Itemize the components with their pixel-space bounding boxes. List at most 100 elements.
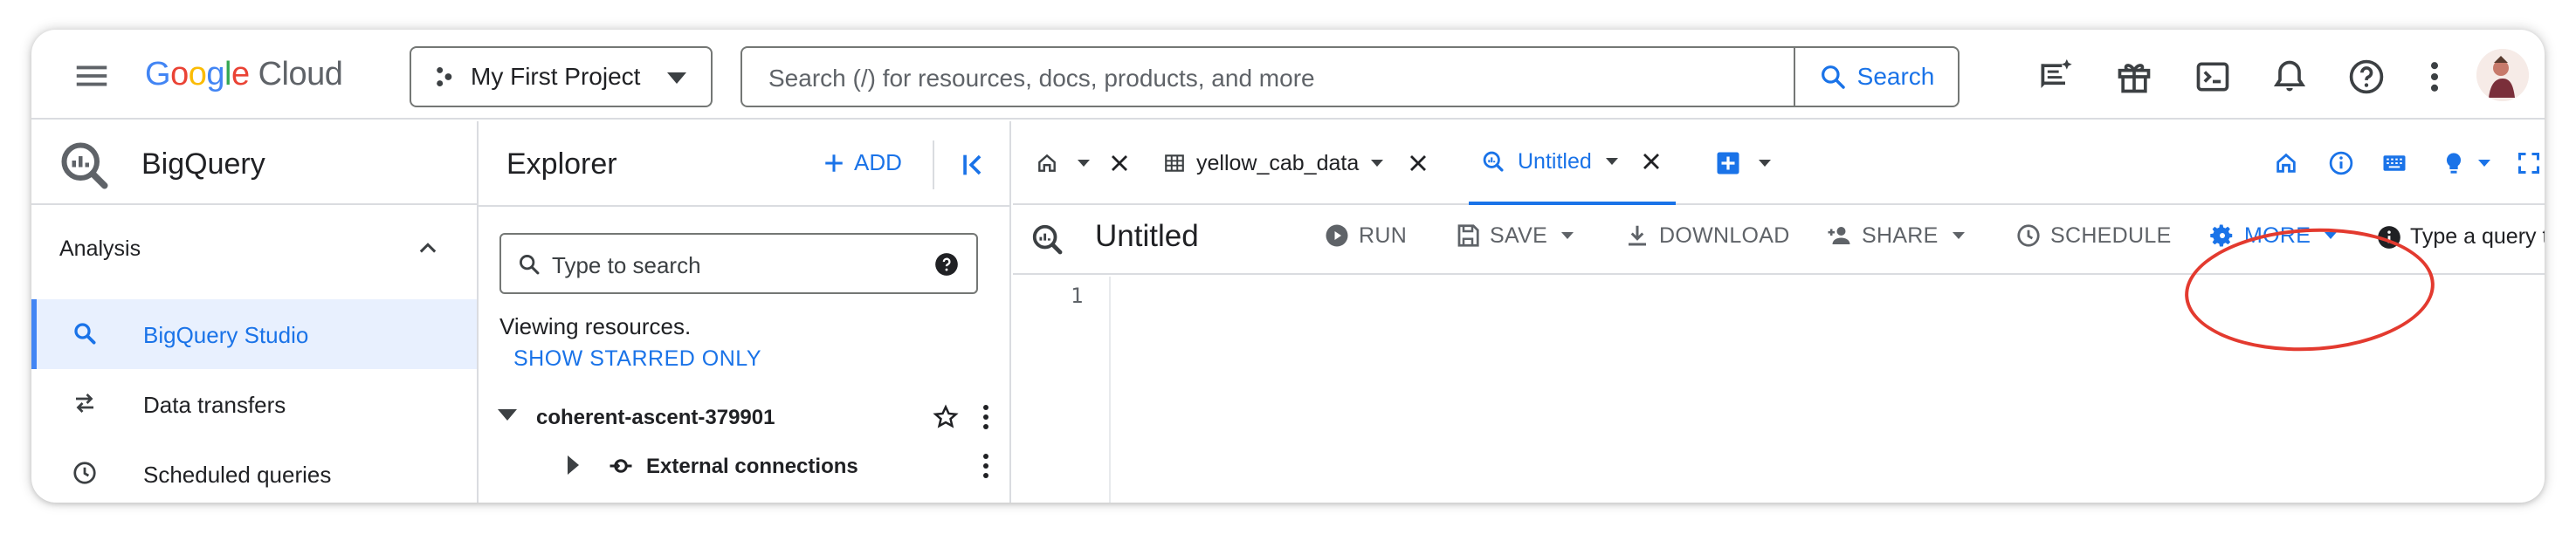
query-title[interactable]: Untitled <box>1095 219 1199 254</box>
tree-item-label: coherent-ascent-379901 <box>536 406 775 429</box>
caret-down-icon[interactable] <box>1759 159 1771 168</box>
sql-editor[interactable]: 1 <box>1013 277 2545 503</box>
search-placeholder: Search (/) for resources, docs, products… <box>768 65 1315 92</box>
share-button[interactable]: SHARE <box>1825 222 1965 249</box>
clock-icon <box>2017 224 2040 247</box>
add-button[interactable]: ADD <box>823 149 902 176</box>
swap-arrows-icon <box>76 394 93 413</box>
suggestions-button[interactable] <box>2442 121 2490 205</box>
keyboard-icon <box>2383 155 2406 171</box>
nav-item-data-transfers[interactable]: Data transfers <box>31 369 477 439</box>
help-filled-icon[interactable] <box>934 252 959 277</box>
terminal-icon <box>2196 62 2229 92</box>
avatar-image <box>2476 49 2529 101</box>
caret-down-icon[interactable] <box>2478 159 2490 168</box>
google-cloud-logo[interactable]: Google Cloud <box>145 56 343 93</box>
nav-item-label: BigQuery Studio <box>143 322 309 348</box>
query-icon <box>1032 224 1063 255</box>
project-selector-button[interactable]: My First Project <box>410 46 713 107</box>
save-label: SAVE <box>1490 222 1548 248</box>
share-label: SHARE <box>1862 222 1939 248</box>
explorer-title: Explorer <box>506 147 617 181</box>
info-button[interactable] <box>2328 121 2354 205</box>
search-bar[interactable]: Search (/) for resources, docs, products… <box>740 46 1960 107</box>
editor-tab-bar: yellow_cab_data Untitled <box>1013 121 2545 205</box>
chevron-up-icon <box>419 243 437 253</box>
vertical-dots-icon[interactable] <box>981 404 990 430</box>
cloud-shell-button[interactable] <box>2194 58 2232 96</box>
hamburger-menu-button[interactable] <box>72 56 112 96</box>
caret-down-icon <box>1561 231 1574 239</box>
analysis-section-header[interactable]: Analysis <box>31 222 477 275</box>
product-header: BigQuery <box>31 121 477 205</box>
nav-item-label: Scheduled queries <box>143 462 332 488</box>
tab-label: Untitled <box>1518 148 1592 174</box>
explorer-search-input[interactable]: Type to search <box>499 233 978 294</box>
new-query-button[interactable] <box>1715 121 1771 205</box>
more-button[interactable]: MORE <box>2209 222 2338 249</box>
caret-down-icon[interactable] <box>1605 157 1618 166</box>
project-hub-icon <box>437 66 452 87</box>
download-button[interactable]: DOWNLOAD <box>1624 222 1790 249</box>
nav-item-bigquery-studio[interactable]: BigQuery Studio <box>31 299 477 369</box>
console-window: Google Cloud My First Project Search (/) … <box>31 30 2545 503</box>
save-button[interactable]: SAVE <box>1455 222 1574 249</box>
schedule-button[interactable]: SCHEDULE <box>2015 222 2172 249</box>
search-button[interactable]: Search <box>1794 48 1958 106</box>
tab-untitled[interactable]: Untitled <box>1469 121 1676 205</box>
collapse-explorer-button[interactable] <box>933 140 988 189</box>
connection-icon <box>610 459 632 473</box>
vertical-dots-icon[interactable] <box>981 453 990 479</box>
more-options-button[interactable] <box>2424 58 2445 96</box>
star-outline-icon[interactable] <box>933 404 959 430</box>
tab-home[interactable] <box>1036 121 1130 205</box>
gift-button[interactable] <box>2115 58 2153 96</box>
fullscreen-button[interactable] <box>2517 121 2541 205</box>
tree-item-project[interactable]: coherent-ascent-379901 <box>479 392 1009 441</box>
tab-label: yellow_cab_data <box>1196 150 1360 175</box>
search-icon <box>1821 65 1845 89</box>
gear-icon <box>2210 224 2233 247</box>
caret-down-icon[interactable] <box>1078 159 1090 168</box>
top-bar: Google Cloud My First Project Search (/) … <box>31 30 2545 120</box>
tab-yellow-cab-data[interactable]: yellow_cab_data <box>1163 121 1429 205</box>
tree-item-label: External connections <box>646 455 858 478</box>
table-icon <box>1165 154 1184 172</box>
section-label: Analysis <box>59 236 141 261</box>
nav-item-scheduled-queries[interactable]: Scheduled queries <box>31 439 477 503</box>
close-icon[interactable] <box>1641 151 1662 172</box>
chat-assist-button[interactable] <box>2036 58 2075 96</box>
query-workspace: yellow_cab_data Untitled Untitled RUN SA… <box>1013 121 2545 503</box>
product-nav: BigQuery Analysis BigQuery Studio Data t… <box>31 121 479 503</box>
expand-right-icon[interactable] <box>568 455 580 475</box>
notifications-button[interactable] <box>2270 58 2309 96</box>
help-button[interactable] <box>2347 58 2386 96</box>
account-avatar[interactable] <box>2476 49 2529 101</box>
download-icon <box>1629 225 1646 246</box>
nav-item-label: Data transfers <box>143 392 286 418</box>
hamburger-icon <box>76 65 107 86</box>
gift-icon <box>2118 64 2151 93</box>
caret-down-icon[interactable] <box>1371 159 1384 168</box>
plus-icon <box>825 154 843 172</box>
home-shortcut-button[interactable] <box>2274 121 2298 205</box>
caret-down-icon <box>2325 231 2338 239</box>
download-label: DOWNLOAD <box>1659 222 1790 248</box>
run-button[interactable]: RUN <box>1324 222 1407 249</box>
query-icon <box>1483 151 1504 172</box>
close-icon[interactable] <box>1109 153 1130 174</box>
show-starred-link[interactable]: SHOW STARRED ONLY <box>513 346 761 372</box>
close-icon[interactable] <box>1408 153 1429 174</box>
lightbulb-icon <box>2446 153 2462 174</box>
search-icon <box>74 323 96 345</box>
line-number: 1 <box>1071 284 1084 308</box>
help-icon <box>2349 59 2384 94</box>
tree-item-external-connections[interactable]: External connections <box>479 441 1009 490</box>
query-hint: Type a query t... <box>2377 224 2545 250</box>
run-label: RUN <box>1359 222 1408 248</box>
query-hint-text: Type a query t... <box>2410 224 2545 249</box>
logo-letter: l <box>224 56 231 92</box>
keyboard-shortcuts-button[interactable] <box>2380 121 2408 205</box>
info-filled-icon <box>2378 225 2400 249</box>
expand-down-icon[interactable] <box>498 409 517 421</box>
